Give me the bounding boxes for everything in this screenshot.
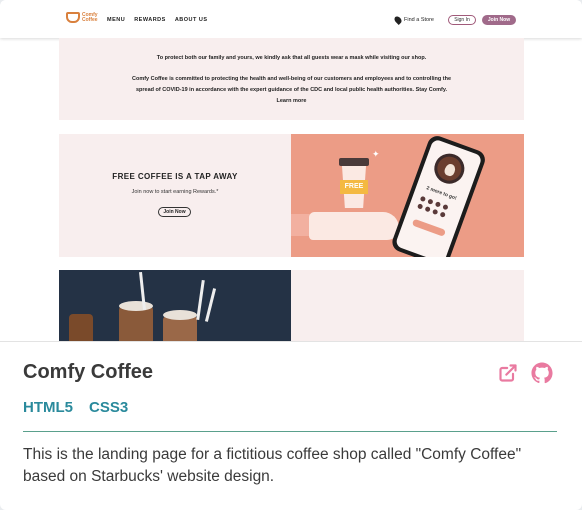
site-navbar: Comfy Coffee MENU REWARDS ABOUT US Find … [0, 0, 582, 38]
photo-side-panel [291, 270, 524, 341]
promo-join-button: Join Now [158, 207, 191, 217]
sign-in-button: Sign In [448, 15, 476, 25]
project-preview-image[interactable]: Comfy Coffee MENU REWARDS ABOUT US Find … [0, 0, 582, 342]
github-icon[interactable] [531, 362, 553, 384]
hand-shape [309, 212, 399, 240]
covid-notice: To protect both our family and yours, we… [59, 38, 524, 120]
tag-css3: CSS3 [89, 399, 129, 416]
notice-line-1: To protect both our family and yours, we… [156, 55, 427, 61]
cup-label: FREE [340, 180, 368, 194]
project-card: Comfy Coffee MENU REWARDS ABOUT US Find … [0, 0, 582, 510]
site-logo: Comfy Coffee [66, 12, 102, 23]
map-pin-icon [393, 15, 403, 25]
latte-icon [430, 149, 469, 188]
promo-illustration: FREE ✦ 2 more to go! [291, 134, 524, 257]
phone-illustration: 2 more to go! [389, 134, 488, 257]
notice-line-2: Comfy Coffee is committed to protecting … [131, 76, 452, 104]
nav-rewards: REWARDS [134, 17, 166, 23]
nav-menu: MENU [107, 17, 126, 23]
external-link-icon[interactable] [498, 363, 518, 383]
sparkle-icon: ✦ [372, 149, 380, 159]
join-now-nav-button: Join Now [482, 15, 516, 25]
iced-coffee-photo [59, 270, 291, 341]
project-description: This is the landing page for a fictitiou… [23, 446, 522, 485]
find-store-link: Find a Store [393, 15, 434, 25]
coffee-cup-icon [66, 12, 80, 23]
tag-html5: HTML5 [23, 399, 73, 416]
tech-tags: HTML5 CSS3 [23, 399, 128, 416]
divider [23, 431, 557, 432]
promo-title: FREE COFFEE IS A TAP AWAY [112, 172, 238, 181]
find-store-label: Find a Store [404, 17, 434, 23]
rewards-promo: FREE COFFEE IS A TAP AWAY Join now to st… [59, 134, 524, 257]
project-title: Comfy Coffee [23, 361, 154, 383]
coffee-cup-illustration: FREE [339, 158, 369, 208]
promo-subtitle: Join now to start earning Rewards.* [131, 189, 219, 195]
site-nav-links: MENU REWARDS ABOUT US [107, 17, 208, 23]
nav-about: ABOUT US [174, 17, 208, 23]
logo-text: Comfy Coffee [82, 11, 98, 23]
